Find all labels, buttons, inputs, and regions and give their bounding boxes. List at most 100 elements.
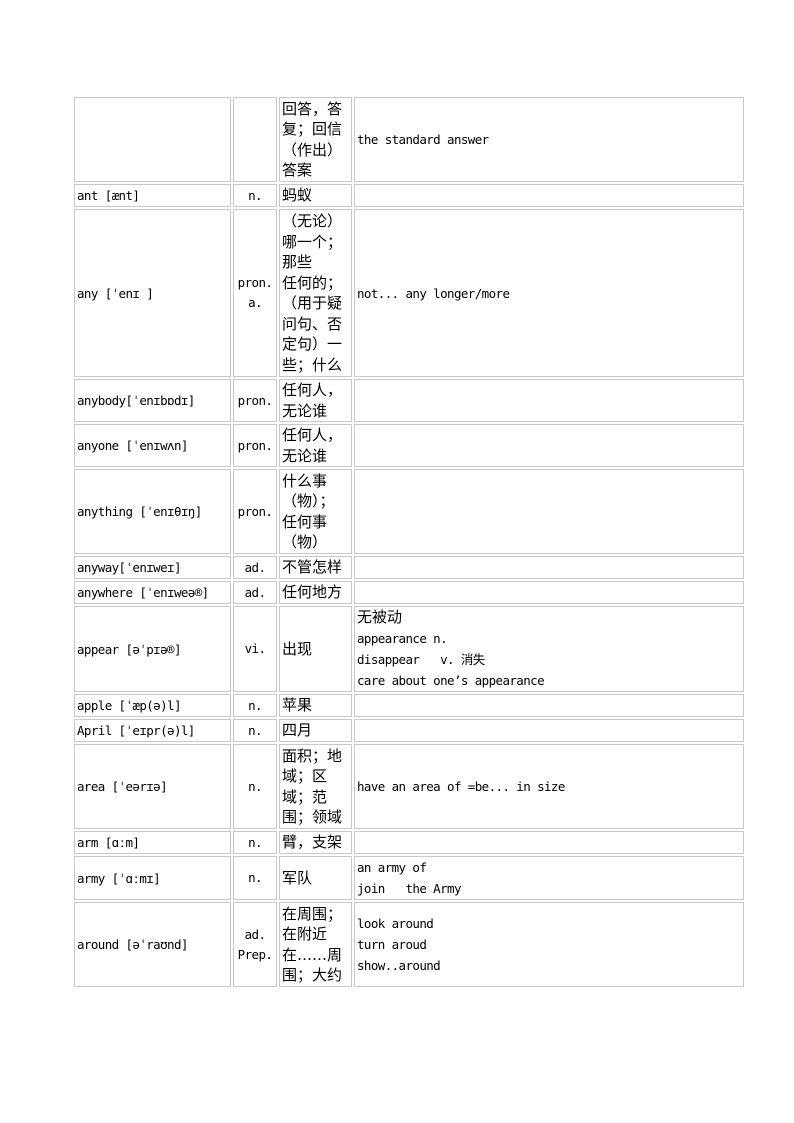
definition-text: 任何人，无论谁 [282, 381, 343, 420]
definition-text: 出现 [282, 639, 313, 658]
part-of-speech-cell: ad. [233, 581, 277, 604]
definition-text: 苹果 [282, 696, 313, 715]
examples-cell [354, 719, 744, 742]
example-phrase: not... any longer/more [357, 285, 510, 301]
table-row: appear [əˈpɪə®] vi. 出现 无被动 appearance n. disa… [74, 606, 744, 692]
part-of-speech-cell: ad. [233, 556, 277, 579]
part-of-speech-cell: vi. [233, 606, 277, 692]
definition-text: 不管怎样 [282, 558, 343, 577]
part-of-speech-cell: n. [233, 744, 277, 829]
word-cell: anyway[ˈenɪweɪ] [74, 556, 231, 579]
word-cell: apple [ˈæp(ə)l] [74, 694, 231, 717]
word-cell [74, 97, 231, 182]
word-cell: anybody[ˈenɪbɒdɪ] [74, 379, 231, 422]
part-of-speech: ad. [244, 584, 266, 600]
part-of-speech: ad. [244, 926, 266, 942]
definition-cell: 任何人，无论谁 [279, 379, 352, 422]
definition-cell: 任何人，无论谁 [279, 424, 352, 467]
definition-cell: 出现 [279, 606, 352, 692]
part-of-speech-cell: pron. [233, 379, 277, 422]
example-phrase: show..around [357, 958, 441, 973]
example-phrase: have an area of =be... in size [357, 779, 565, 794]
part-of-speech: n. [248, 834, 262, 850]
definition-text: 四月 [282, 721, 313, 740]
examples-cell [354, 556, 744, 579]
word-cell: around [əˈraʊnd] [74, 902, 231, 987]
definition-cell: 蚂蚁 [279, 184, 352, 207]
example-phrase: disappear v. 消失 [357, 652, 485, 667]
definition-text: 回答，答复；回信（作出）答案 [282, 99, 343, 180]
part-of-speech: Prep. [237, 946, 273, 962]
example-phrase: join the Army [357, 881, 461, 896]
examples-cell: look around turn aroud show..around [354, 902, 744, 987]
part-of-speech-cell: pron. [233, 424, 277, 467]
example-phrase: 无被动 [357, 608, 403, 626]
part-of-speech-cell: n. [233, 184, 277, 207]
definition-text: 什么事（物）；任何事（物） [282, 471, 335, 552]
examples-cell [354, 424, 744, 467]
table-row: arm [ɑːm] n. 臂，支架 [74, 831, 744, 854]
examples-cell: not... any longer/more [354, 209, 744, 377]
table-row: anyone [ˈenɪwʌn] pron. 任何人，无论谁 [74, 424, 744, 467]
examples-cell: the standard answer [354, 97, 744, 182]
definition-cell: （无论）哪一个；那些 任何的；（用于疑问句、否定句）一些；什么 [279, 209, 352, 377]
example-phrase: care about one’s appearance [357, 673, 545, 688]
vocabulary-table: 回答，答复；回信（作出）答案 the standard answer ant [æn… [72, 95, 746, 989]
table-row: any [ˈenɪ ] pron. a. （无论）哪一个；那些 任何的；（用于疑问句、否… [74, 209, 744, 377]
part-of-speech: pron. [237, 503, 273, 519]
definition-cell: 苹果 [279, 694, 352, 717]
example-phrase: look around [357, 916, 434, 931]
table-row: anyway[ˈenɪweɪ] ad. 不管怎样 [74, 556, 744, 579]
part-of-speech-cell: pron. [233, 469, 277, 554]
part-of-speech-cell: pron. a. [233, 209, 277, 377]
examples-cell [354, 469, 744, 554]
part-of-speech: pron. [237, 437, 273, 453]
definition-text: 在……周围；大约 [282, 945, 343, 985]
part-of-speech: n. [248, 870, 262, 885]
table-row: anywhere [ˈenɪweə®] ad. 任何地方 [74, 581, 744, 604]
word-cell: appear [əˈpɪə®] [74, 606, 231, 692]
table-row: April [ˈeɪpr(ə)l] n. 四月 [74, 719, 744, 742]
definition-text: 任何人，无论谁 [282, 426, 343, 465]
part-of-speech: vi. [244, 641, 266, 656]
part-of-speech: ad. [244, 559, 266, 575]
definition-text: 任何地方 [282, 583, 343, 602]
examples-cell [354, 379, 744, 422]
table-row: 回答，答复；回信（作出）答案 the standard answer [74, 97, 744, 182]
part-of-speech: n. [248, 187, 262, 203]
definition-cell: 任何地方 [279, 581, 352, 604]
example-phrase: an army of [357, 860, 427, 875]
definition-cell: 什么事（物）；任何事（物） [279, 469, 352, 554]
part-of-speech-cell: ad. Prep. [233, 902, 277, 987]
part-of-speech: n. [248, 778, 262, 794]
examples-cell [354, 184, 744, 207]
definition-cell: 在周围；在附近 在……周围；大约 [279, 902, 352, 987]
part-of-speech: a. [248, 295, 262, 310]
definition-text: 军队 [282, 868, 313, 887]
word-cell: area [ˈeərɪə] [74, 744, 231, 829]
part-of-speech-cell: n. [233, 831, 277, 854]
definition-text: 面积；地域；区域；范围；领域 [282, 746, 343, 827]
word-cell: ant [ænt] [74, 184, 231, 207]
word-cell: anyone [ˈenɪwʌn] [74, 424, 231, 467]
definition-cell: 回答，答复；回信（作出）答案 [279, 97, 352, 182]
definition-cell: 面积；地域；区域；范围；领域 [279, 744, 352, 829]
part-of-speech: n. [248, 722, 262, 738]
definition-cell: 不管怎样 [279, 556, 352, 579]
part-of-speech-cell: n. [233, 719, 277, 742]
examples-cell: 无被动 appearance n. disappear v. 消失 care abou… [354, 606, 744, 692]
table-row: anybody[ˈenɪbɒdɪ] pron. 任何人，无论谁 [74, 379, 744, 422]
word-cell: arm [ɑːm] [74, 831, 231, 854]
word-cell: army [ˈɑːmɪ] [74, 856, 231, 900]
document-page: 回答，答复；回信（作出）答案 the standard answer ant [æn… [74, 97, 744, 987]
part-of-speech-cell [233, 97, 277, 182]
part-of-speech: pron. [237, 275, 273, 290]
part-of-speech-cell: n. [233, 856, 277, 900]
part-of-speech: pron. [237, 392, 273, 408]
part-of-speech: n. [248, 697, 262, 713]
table-row: around [əˈraʊnd] ad. Prep. 在周围；在附近 在……周围；大约 l… [74, 902, 744, 987]
word-cell: April [ˈeɪpr(ə)l] [74, 719, 231, 742]
part-of-speech-cell: n. [233, 694, 277, 717]
definition-cell: 臂，支架 [279, 831, 352, 854]
example-phrase: turn aroud [357, 937, 427, 952]
